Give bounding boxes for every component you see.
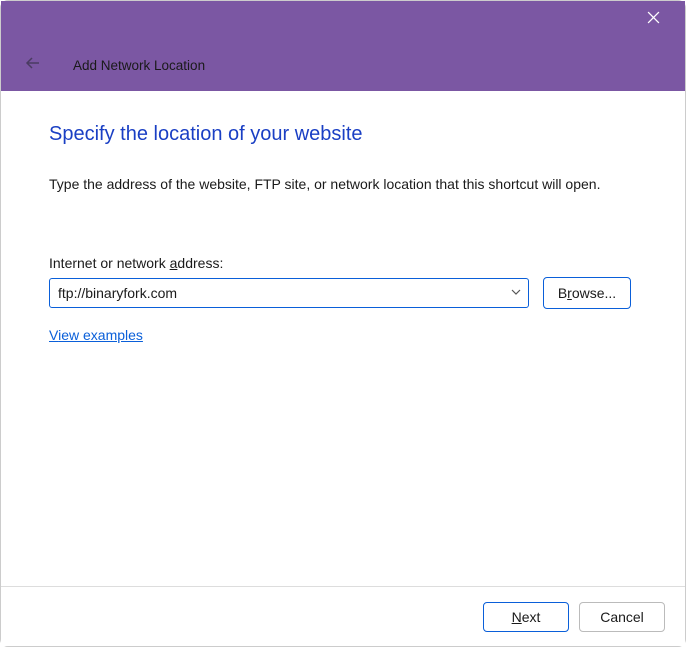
address-input-row: Browse... bbox=[49, 277, 637, 309]
page-heading: Specify the location of your website bbox=[49, 123, 637, 146]
back-arrow-icon bbox=[25, 55, 41, 76]
close-icon bbox=[647, 11, 660, 29]
wizard-title: Add Network Location bbox=[73, 58, 205, 73]
title-bar bbox=[1, 1, 685, 39]
cancel-button[interactable]: Cancel bbox=[579, 602, 665, 632]
wizard-header: Add Network Location bbox=[1, 39, 685, 91]
browse-button[interactable]: Browse... bbox=[543, 277, 631, 309]
wizard-footer: Next Cancel bbox=[1, 586, 685, 646]
wizard-content: Specify the location of your website Typ… bbox=[1, 91, 685, 345]
view-examples-link[interactable]: View examples bbox=[49, 327, 143, 343]
close-button[interactable] bbox=[639, 6, 667, 34]
back-button[interactable] bbox=[17, 49, 49, 81]
address-input[interactable] bbox=[49, 278, 529, 308]
next-button[interactable]: Next bbox=[483, 602, 569, 632]
instruction-text: Type the address of the website, FTP sit… bbox=[49, 174, 637, 195]
address-combobox[interactable] bbox=[49, 278, 529, 308]
address-label: Internet or network address: bbox=[49, 255, 637, 271]
